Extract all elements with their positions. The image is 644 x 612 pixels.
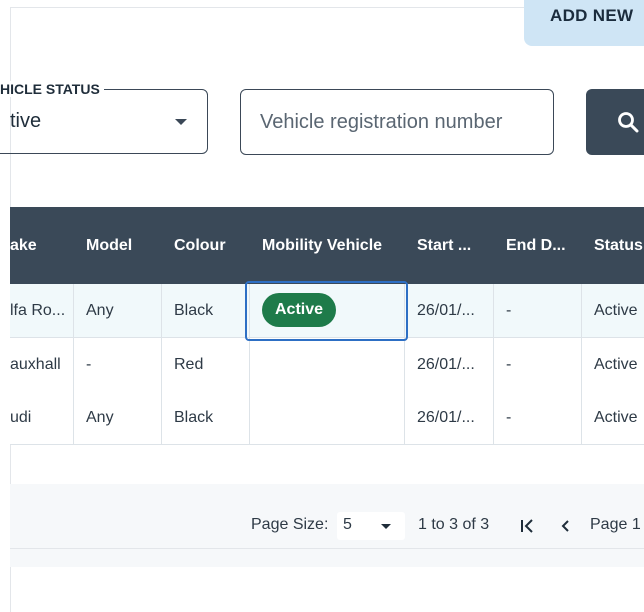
cell-end-date: - [506,409,512,426]
cell-start-date: 26/01/... [417,356,475,373]
chevron-down-icon [381,524,391,529]
column-divider [249,284,250,337]
page-size-value: 5 [343,516,352,533]
search-button[interactable] [586,89,644,155]
registration-search-input[interactable] [240,89,554,155]
column-divider [404,391,405,444]
first-page-icon [521,519,533,533]
cell-make: udi [10,409,32,426]
grid-header: ake Model Colour Mobility Vehicle Start … [10,207,644,284]
cell-start-date: 26/01/... [417,302,475,319]
column-header-end-date[interactable]: End D... [506,207,566,284]
page-size-label: Page Size: [251,516,329,533]
page-size-select[interactable]: 5 [337,512,405,540]
column-header-colour[interactable]: Colour [174,207,226,284]
page-indicator: Page 1 [590,516,641,533]
first-page-button[interactable] [517,512,539,540]
column-header-model[interactable]: Model [86,207,132,284]
table-row[interactable]: udi Any Black 26/01/... - Active [10,391,644,445]
cell-status: Active [594,356,638,373]
cell-make: lfa Ro... [10,302,66,319]
cell-model: Any [86,302,114,319]
column-divider [493,338,494,391]
add-new-button[interactable]: ADD NEW [524,0,644,46]
vehicle-status-value[interactable]: tive [10,110,41,133]
column-divider [581,284,582,337]
column-header-mobility-vehicle[interactable]: Mobility Vehicle [262,207,382,284]
status-badge: Active [262,293,337,327]
pagination-range: 1 to 3 of 3 [418,516,490,533]
cell-status: Active [594,409,638,426]
cell-colour: Red [174,356,204,373]
column-divider [161,284,162,337]
column-divider [73,338,74,391]
pagination-divider [10,548,644,549]
column-divider [249,338,250,391]
previous-page-button[interactable] [554,512,576,540]
cell-model: Any [86,409,114,426]
column-header-make[interactable]: ake [10,207,37,284]
cell-end-date: - [506,302,512,319]
column-divider [404,284,405,337]
column-header-start-date[interactable]: Start ... [417,207,471,284]
column-divider [404,338,405,391]
cell-colour: Black [174,409,214,426]
previous-page-icon [561,520,569,532]
column-divider [161,338,162,391]
cell-colour: Black [174,302,214,319]
column-divider [249,391,250,444]
column-divider [73,284,74,337]
cell-end-date: - [506,356,512,373]
search-icon [618,112,639,133]
column-divider [493,391,494,444]
column-header-status[interactable]: Status [594,207,643,284]
column-divider [581,338,582,391]
chevron-down-icon[interactable] [175,119,187,125]
table-row[interactable]: lfa Ro... Any Black Active 26/01/... - A… [10,284,644,338]
cell-status: Active [594,302,638,319]
vehicle-status-label: HICLE STATUS [0,81,104,97]
cell-start-date: 26/01/... [417,409,475,426]
cell-model: - [86,356,92,373]
column-divider [73,391,74,444]
table-row[interactable]: auxhall - Red 26/01/... - Active [10,338,644,392]
column-divider [161,391,162,444]
cell-make: auxhall [10,356,61,373]
column-divider [581,391,582,444]
column-divider [493,284,494,337]
